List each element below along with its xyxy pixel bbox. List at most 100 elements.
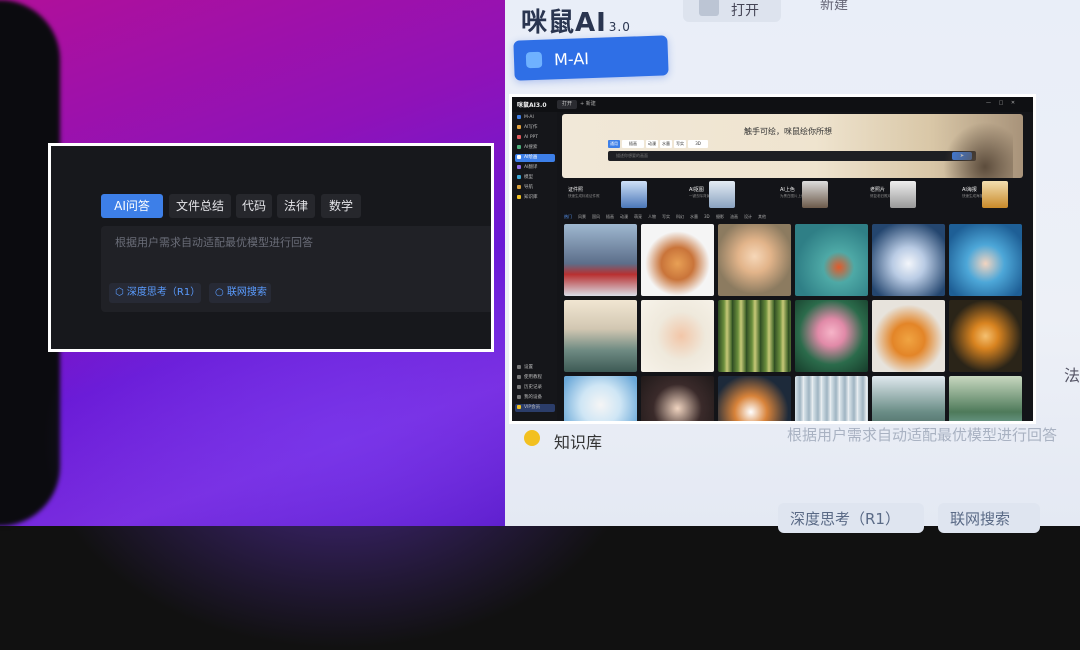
gallery-image[interactable] [795,300,868,372]
sidebar-item-settings[interactable]: 设置 [515,364,555,372]
sidebar-item[interactable]: M-AI [515,114,555,122]
category-tab[interactable]: 人物 [648,214,656,220]
feature-thumbnail [890,181,916,208]
send-button[interactable]: ➤ [952,152,972,160]
search-icon [517,144,521,149]
sidebar-item[interactable]: AI PPT [515,134,555,142]
sidebar-item-m-ai[interactable]: M-AI [513,35,669,81]
category-tab[interactable]: 油画 [730,214,738,220]
hero-tab[interactable]: 通用 [608,140,620,148]
nav-icon [517,184,521,189]
category-tab[interactable]: 摄影 [716,214,724,220]
sidebar-item[interactable]: 导航 [515,184,555,192]
category-tab[interactable]: 3D [704,214,710,219]
category-tab[interactable]: 萌宠 [634,214,642,220]
chat-placeholder: 根据用户需求自动适配最优模型进行回答 [115,236,313,249]
chat-input[interactable]: 根据用户需求自动适配最优模型进行回答 ⬡ 深度思考（R1） ○ 联网搜索 [101,226,491,312]
open-button[interactable]: 打开 [683,0,781,22]
deep-think-button[interactable]: ⬡ 深度思考（R1） [109,283,201,303]
tab-open[interactable]: 打开 [557,100,577,109]
hero-title: 触手可绘，咪鼠绘你所想 [744,127,832,136]
gallery-image[interactable] [872,300,945,372]
gallery-image[interactable] [872,224,945,296]
prompt-placeholder: 描述你想要的画面 [616,153,648,158]
gallery-image[interactable] [564,224,637,296]
new-button[interactable]: 新建 [820,0,848,14]
category-tab[interactable]: 设计 [744,214,752,220]
prompt-input[interactable]: 描述你想要的画面 ➤ [608,151,976,161]
hero-banner: 触手可绘，咪鼠绘你所想 通用 插画 动漫 水墨 写实 3D 描述你想要的画面 ➤ [562,114,1023,178]
background-deep-think-button[interactable]: 深度思考（R1） [778,503,924,533]
sidebar-item[interactable]: AI翻译 [515,164,555,172]
background-web-search-button[interactable]: 联网搜索 [938,503,1040,533]
window-controls[interactable]: — □ ✕ [986,100,1018,106]
gallery-image[interactable] [949,224,1022,296]
search-icon: ○ [215,287,224,298]
gallery-image[interactable] [718,300,791,372]
folder-icon [699,0,719,16]
hero-tab[interactable]: 动漫 [646,140,658,148]
web-search-button[interactable]: ○ 联网搜索 [209,283,271,303]
tab-ai-qa[interactable]: AI问答 [101,194,163,218]
category-tab[interactable]: 风景 [578,214,586,220]
gallery-image[interactable] [564,300,637,372]
m-ai-icon [517,114,521,119]
category-tab[interactable]: 插画 [606,214,614,220]
gallery-image[interactable] [564,376,637,421]
category-tab[interactable]: 科幻 [676,214,684,220]
tab-math[interactable]: 数学 [321,194,361,218]
feature-thumbnail [621,181,647,208]
sidebar-item-device[interactable]: 我的设备 [515,394,555,402]
gallery-image[interactable] [949,300,1022,372]
gallery-image[interactable] [949,376,1022,421]
hero-tab[interactable]: 3D [688,140,708,148]
crown-icon [517,404,521,409]
device-icon [517,394,521,399]
sidebar-item-vip[interactable]: VIP会员 [515,404,555,412]
sidebar-item[interactable]: 模型 [515,174,555,182]
sidebar-item-ai-paint[interactable]: AI绘画 [515,154,555,162]
sidebar-item[interactable]: AI搜索 [515,144,555,152]
ppt-icon [517,134,521,139]
category-tab[interactable]: 热门 [564,214,572,220]
sidebar-item-tutorial[interactable]: 使用教程 [515,374,555,382]
background-tab-law[interactable]: 法 [1064,362,1080,386]
category-tab[interactable]: 国风 [592,214,600,220]
hero-tab[interactable]: 插画 [622,140,644,148]
pen-icon [517,124,521,129]
background-input-placeholder: 根据用户需求自动适配最优模型进行回答 [787,426,1058,444]
gallery-image[interactable] [718,224,791,296]
tab-law[interactable]: 法律 [277,194,315,218]
sidebar-item-knowledge[interactable]: 知识库 [554,429,602,453]
sidebar-item-history[interactable]: 历史记录 [515,384,555,392]
tab-code[interactable]: 代码 [236,194,272,218]
sidebar-item[interactable]: AI写作 [515,124,555,132]
lightbulb-icon [517,194,521,199]
feature-thumbnail [709,181,735,208]
gallery-image[interactable] [641,300,714,372]
category-tab[interactable]: 写实 [662,214,670,220]
app-brand: 咪鼠AI 3.0 [521,8,631,38]
category-tab[interactable]: 水墨 [690,214,698,220]
m-ai-icon [525,51,543,69]
hero-tab[interactable]: 水墨 [660,140,672,148]
tab-file-summary[interactable]: 文件总结 [169,194,231,218]
category-tab[interactable]: 其他 [758,214,766,220]
title-bar: 咪鼠AI3.0 打开 + 新建 — □ ✕ [512,97,1033,112]
category-tab[interactable]: 动漫 [620,214,628,220]
gallery-image[interactable] [872,376,945,421]
cube-icon: ⬡ [115,287,124,298]
tab-new[interactable]: + 新建 [580,100,596,109]
book-icon [517,374,521,379]
gallery-image[interactable] [641,224,714,296]
sidebar: M-AI AI写作 AI PPT AI搜索 AI绘画 AI翻译 模型 导航 知识… [512,112,557,421]
gallery-image[interactable] [795,224,868,296]
app-screenshot-zoom: 咪鼠AI3.0 打开 + 新建 — □ ✕ M-AI AI写作 AI PPT A… [509,94,1036,424]
gallery-image[interactable] [718,376,791,421]
gallery-image[interactable] [641,376,714,421]
app-brand-small: 咪鼠AI3.0 [517,102,547,109]
feature-thumbnail [982,181,1008,208]
hero-tab[interactable]: 写实 [674,140,686,148]
gallery-image[interactable] [795,376,868,421]
sidebar-item-knowledge[interactable]: 知识库 [515,194,555,202]
